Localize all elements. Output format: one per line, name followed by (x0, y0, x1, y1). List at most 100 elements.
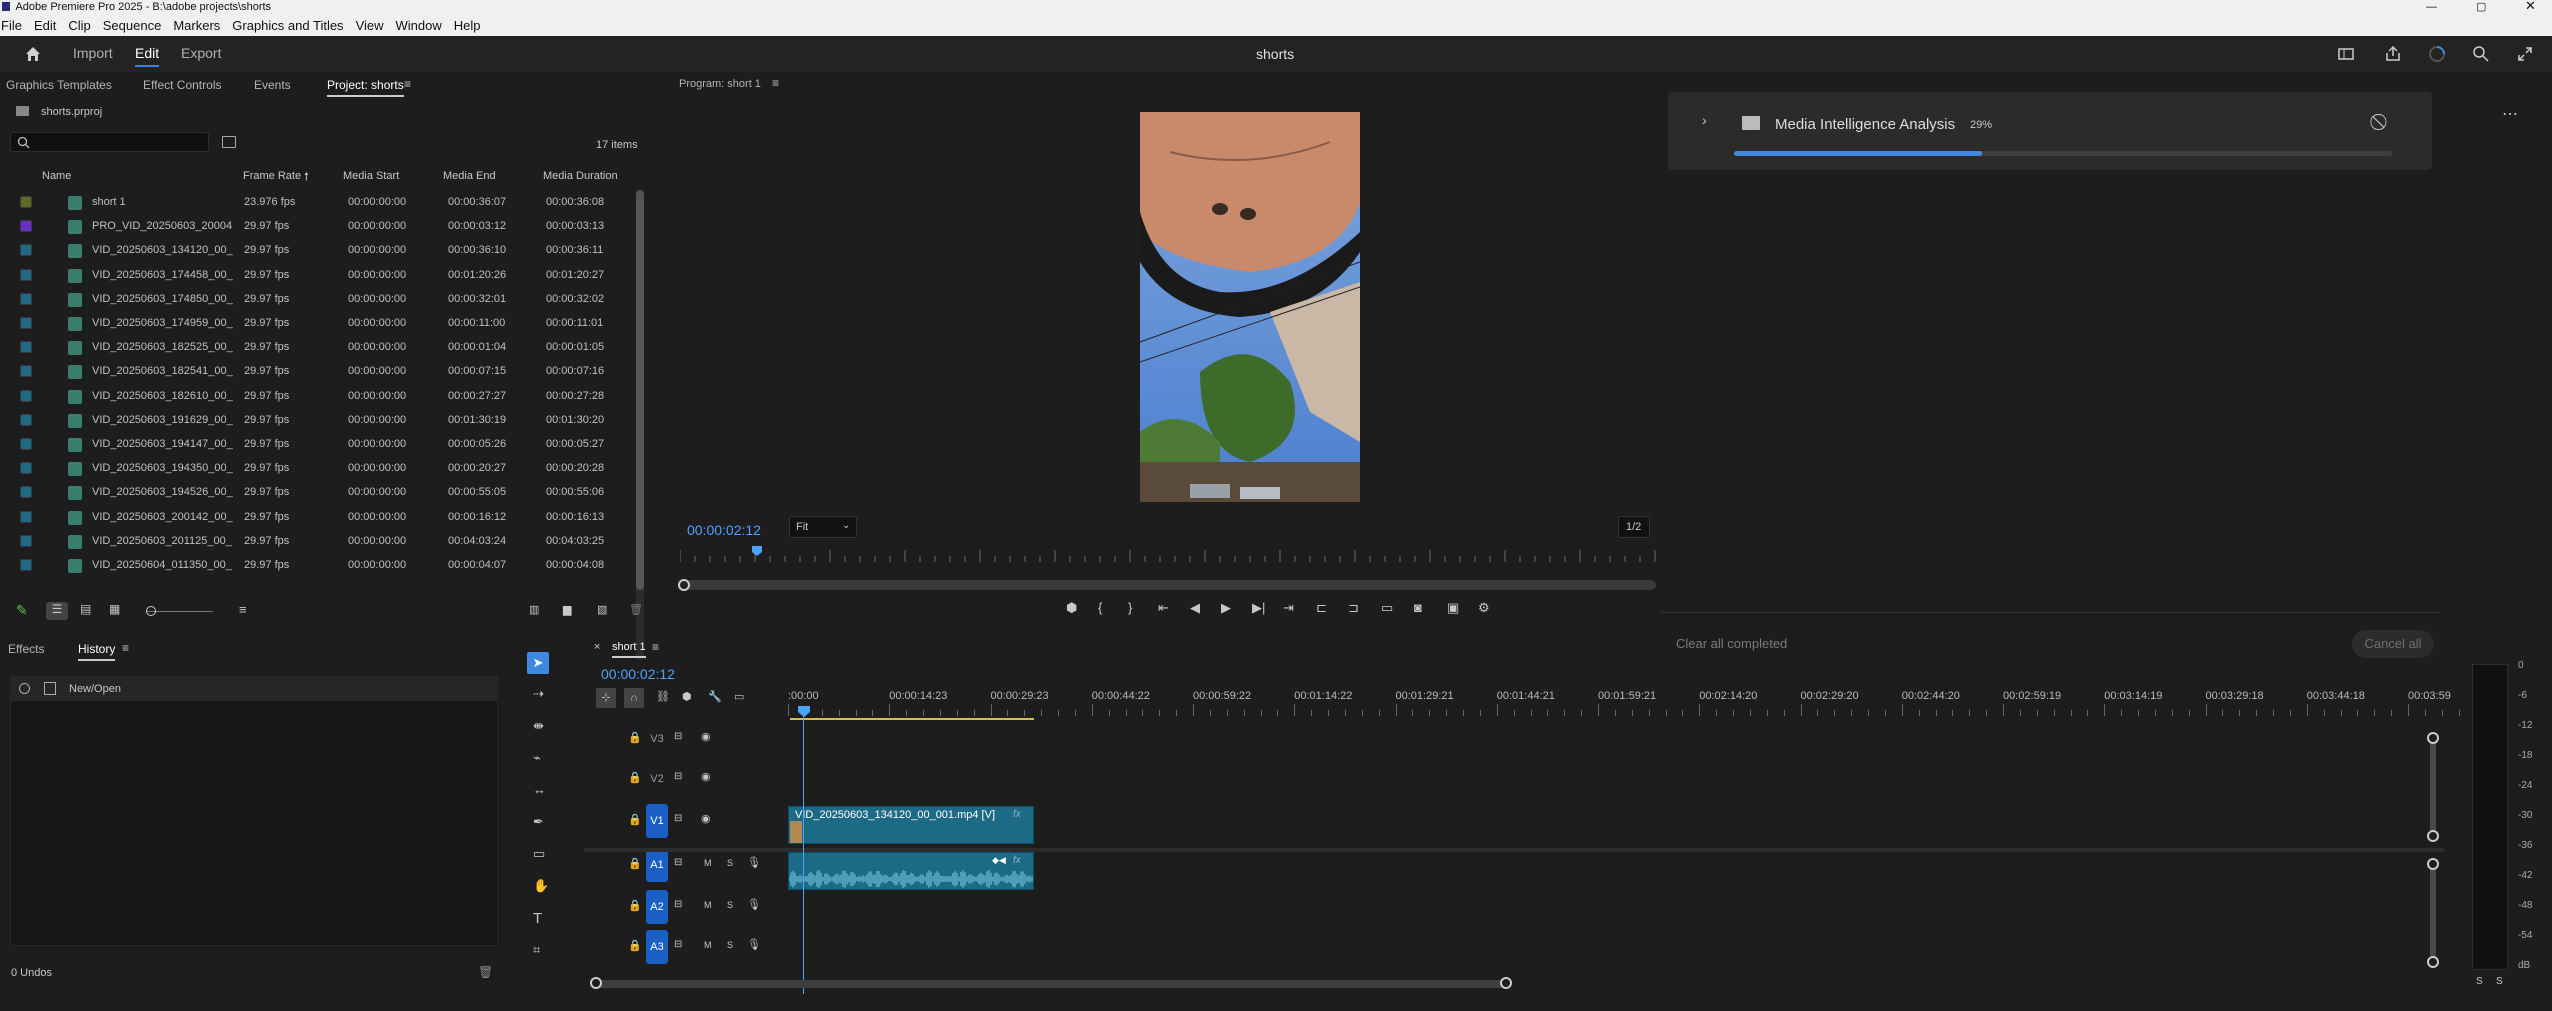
menu-view[interactable]: View (349, 18, 389, 33)
zoom-handle-right[interactable] (1500, 977, 1512, 989)
snap-icon[interactable]: ∩ (624, 688, 644, 708)
icon-view-icon[interactable]: ▤ (80, 602, 91, 616)
mute-button[interactable]: M (704, 900, 712, 910)
label-color-swatch[interactable] (20, 292, 32, 305)
tab-sequence[interactable]: short 1 (612, 641, 646, 658)
sort-icons-icon[interactable]: ≡ (239, 602, 247, 617)
track-target[interactable]: V3 (646, 722, 668, 756)
freeform-view-icon[interactable]: ▦ (109, 602, 120, 616)
menu-edit[interactable]: Edit (27, 18, 61, 33)
playhead-line[interactable] (803, 710, 804, 994)
solo-left-button[interactable]: S (2476, 976, 2483, 987)
label-color-swatch[interactable] (20, 438, 32, 450)
menu-graphics[interactable]: Graphics and Titles (225, 18, 348, 33)
fullscreen-icon[interactable] (2516, 45, 2534, 63)
close-button[interactable]: ✕ (2525, 0, 2536, 13)
razor-tool[interactable]: ⌁ (533, 750, 541, 766)
list-item[interactable]: VID_20250603_191629_00_ 29.97 fps 00:00:00… (8, 408, 640, 432)
lock-icon[interactable]: 🔒 (628, 813, 642, 826)
progress-spinner-icon[interactable] (2428, 45, 2446, 63)
program-monitor-title[interactable]: Program: short 1 (679, 78, 761, 90)
slip-tool[interactable]: ↔ (533, 782, 546, 797)
col-frame-rate[interactable]: Frame Rate (243, 170, 301, 182)
home-icon[interactable] (24, 45, 42, 63)
microphone-icon[interactable]: 🎙 (747, 938, 761, 951)
label-color-swatch[interactable] (20, 317, 32, 329)
search-icon[interactable] (2472, 45, 2490, 63)
panel-menu-icon[interactable]: ≡ (404, 77, 411, 91)
add-marker-button[interactable]: ⬢ (1066, 600, 1077, 616)
share-icon[interactable] (2384, 45, 2402, 63)
work-area-bar[interactable] (790, 718, 1034, 720)
list-item[interactable]: VID_20250603_200142_00_ 29.97 fps 00:00:00… (8, 505, 640, 529)
scroll-handle-bottom[interactable] (2427, 956, 2439, 968)
lock-icon[interactable]: 🔒 (628, 731, 642, 744)
lock-icon[interactable]: 🔒 (628, 939, 642, 952)
linked-selection-icon[interactable]: ⛓ (656, 690, 670, 703)
panel-menu-icon[interactable]: ≡ (772, 76, 779, 90)
list-item[interactable]: VID_20250603_194526_00_ 29.97 fps 00:00:00… (8, 480, 640, 504)
list-item[interactable]: VID_20250603_134120_00_ 29.97 fps 00:00:00… (8, 238, 640, 262)
history-entry[interactable]: New/Open (11, 677, 497, 701)
hand-tool[interactable]: ✋ (533, 878, 549, 894)
zoom-dropdown[interactable]: Fit ⌄ (789, 516, 857, 538)
track-target[interactable]: V1 (646, 804, 668, 838)
list-view-icon[interactable]: ☰ (46, 602, 68, 620)
list-item[interactable]: VID_20250603_194350_00_ 29.97 fps 00:00:00… (8, 456, 640, 480)
list-item[interactable]: VID_20250603_174850_00_ 29.97 fps 00:00:00… (8, 287, 640, 311)
trash-icon[interactable]: 🗑 (478, 965, 493, 979)
mute-button[interactable]: M (704, 940, 712, 950)
microphone-icon[interactable]: 🎙 (747, 856, 761, 869)
list-item[interactable]: VID_20250604_011350_00_ 29.97 fps 00:00:00… (8, 553, 640, 577)
new-bin-from-search-icon[interactable] (222, 136, 236, 148)
list-item[interactable]: VID_20250603_174458_00_ 29.97 fps 00:00:00… (8, 263, 640, 287)
track-select-tool[interactable]: ⇢ (533, 686, 544, 702)
nest-toggle-icon[interactable]: ⊹ (596, 688, 616, 708)
maximize-button[interactable]: ▢ (2476, 0, 2486, 14)
lock-icon[interactable]: 🔒 (628, 771, 642, 784)
col-media-duration[interactable]: Media Duration (543, 170, 618, 182)
label-color-swatch[interactable] (20, 510, 32, 523)
rectangle-tool[interactable]: ▭ (533, 846, 545, 862)
menu-clip[interactable]: Clip (61, 18, 95, 33)
lock-icon[interactable]: 🔒 (628, 857, 642, 870)
minimize-button[interactable]: — (2426, 0, 2437, 14)
wrench-icon[interactable]: 🔧 (708, 690, 722, 703)
zoom-handle-left[interactable] (590, 977, 602, 989)
tab-effect-controls[interactable]: Effect Controls (143, 78, 221, 92)
panel-menu-icon[interactable]: ≡ (122, 641, 129, 655)
eye-icon[interactable]: ◉ (701, 770, 711, 783)
scrub-handle[interactable] (678, 579, 690, 591)
list-item[interactable]: VID_20250603_182610_00_ 29.97 fps 00:00:00… (8, 384, 640, 408)
track-target[interactable]: A1 (646, 848, 668, 882)
list-item[interactable]: VID_20250603_201125_00_ 29.97 fps 00:00:00… (8, 529, 640, 553)
go-to-out-button[interactable]: ⇥ (1283, 600, 1294, 616)
automate-to-sequence-icon[interactable]: ▥ (529, 603, 539, 616)
label-color-swatch[interactable] (20, 413, 32, 426)
sync-lock-icon[interactable]: ⊟ (674, 731, 682, 742)
solo-right-button[interactable]: S (2496, 976, 2503, 987)
tab-project-shorts[interactable]: Project: shorts (327, 78, 404, 97)
track-target[interactable]: V2 (646, 762, 668, 796)
time-ruler[interactable]: :00:00 00:00:14:23 00:00:29:23 00:00:44:22 0… (788, 688, 2494, 718)
label-color-swatch[interactable] (20, 365, 32, 378)
list-item[interactable]: short 1 23.976 fps 00:00:00:00 00:00:36:07 0… (8, 190, 640, 214)
close-sequence-icon[interactable]: × (594, 641, 600, 653)
label-color-swatch[interactable] (20, 244, 32, 257)
list-item[interactable]: VID_20250603_182525_00_ 29.97 fps 00:00:00… (8, 335, 640, 359)
tab-events[interactable]: Events (254, 78, 291, 92)
menu-file[interactable]: File (0, 18, 27, 33)
panel-menu-icon[interactable]: ≡ (652, 640, 659, 654)
more-options-icon[interactable]: ⋯ (2502, 104, 2518, 124)
label-color-swatch[interactable] (20, 196, 32, 208)
mark-in-button[interactable]: { (1098, 600, 1102, 615)
eye-icon[interactable]: ◉ (701, 812, 711, 825)
extract-button[interactable]: ⊐ (1348, 600, 1359, 616)
new-bin-icon[interactable]: ▆ (563, 603, 571, 616)
monitor-scrub-bar[interactable] (678, 579, 1656, 591)
solo-button[interactable]: S (727, 940, 733, 950)
list-item[interactable]: PRO_VID_20250603_20004 29.97 fps 00:00:00:… (8, 214, 640, 238)
add-marker-icon[interactable]: ⬢ (682, 690, 692, 703)
pen-tool[interactable]: ✒ (533, 814, 544, 830)
scroll-handle-bottom[interactable] (2427, 830, 2439, 842)
